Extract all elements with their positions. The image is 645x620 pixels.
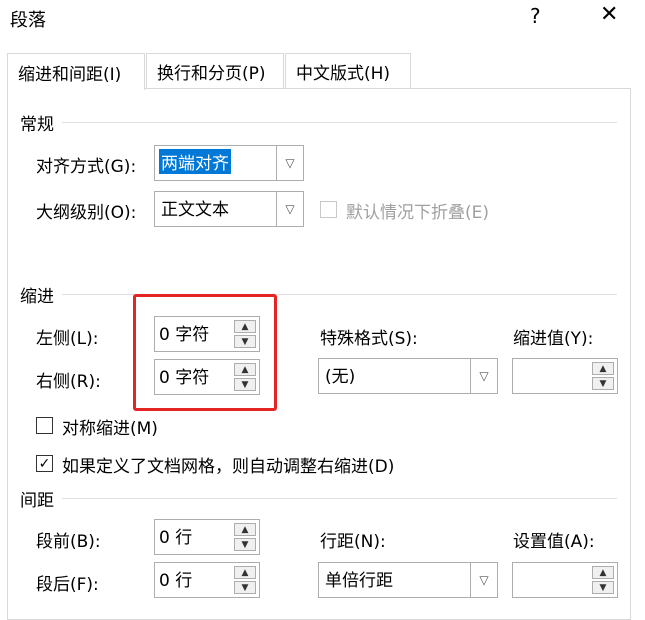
chevron-down-icon: ▽	[470, 359, 497, 393]
outline-level-dropdown[interactable]: 正文文本 ▽	[154, 191, 304, 227]
alignment-value: 两端对齐	[159, 149, 231, 174]
indent-by-spinner[interactable]: ▲ ▼	[512, 358, 618, 394]
alignment-dropdown[interactable]: 两端对齐 ▽	[154, 145, 304, 181]
chevron-down-icon: ▽	[276, 146, 303, 180]
outline-level-label: 大纲级别(O):	[36, 203, 137, 223]
spin-up-icon[interactable]: ▲	[234, 523, 256, 536]
auto-adjust-label: 如果定义了文档网格，则自动调整右缩进(D)	[62, 457, 395, 477]
space-before-label: 段前(B):	[36, 532, 101, 552]
highlight-annotation-box	[133, 294, 277, 411]
collapse-label: 默认情况下折叠(E)	[346, 203, 490, 223]
collapse-checkbox[interactable]	[320, 201, 337, 218]
spin-up-icon[interactable]: ▲	[234, 566, 256, 579]
spin-up-icon[interactable]: ▲	[592, 362, 614, 375]
tab-line-page-breaks[interactable]: 换行和分页(P)	[146, 53, 284, 89]
line-spacing-label: 行距(N):	[320, 532, 386, 552]
space-before-value: 0 行	[159, 528, 193, 548]
checkmark-icon: ✓	[38, 455, 51, 472]
spin-up-icon[interactable]: ▲	[592, 566, 614, 579]
indent-by-label: 缩进值(Y):	[513, 329, 594, 349]
title-bar: 段落 ? ✕	[0, 0, 645, 42]
space-after-label: 段后(F):	[36, 575, 99, 595]
space-before-spinner[interactable]: 0 行 ▲ ▼	[154, 519, 260, 555]
tab-asian-typography[interactable]: 中文版式(H)	[285, 53, 411, 89]
space-after-value: 0 行	[159, 571, 193, 591]
spacing-at-label: 设置值(A):	[513, 532, 595, 552]
indent-left-label: 左侧(L):	[36, 329, 99, 349]
spin-down-icon[interactable]: ▼	[234, 538, 256, 551]
outline-level-value: 正文文本	[161, 200, 229, 220]
tab-label: 中文版式(H)	[296, 64, 391, 84]
mirror-indent-label: 对称缩进(M)	[62, 419, 158, 439]
auto-adjust-checkbox[interactable]: ✓	[36, 455, 53, 472]
tab-label: 换行和分页(P)	[157, 64, 266, 84]
section-indent-heading: 缩进	[20, 287, 54, 307]
section-divider	[62, 122, 617, 123]
indent-right-label: 右侧(R):	[36, 372, 101, 392]
help-icon[interactable]: ?	[530, 4, 541, 28]
spin-down-icon[interactable]: ▼	[592, 377, 614, 390]
space-after-spinner[interactable]: 0 行 ▲ ▼	[154, 562, 260, 598]
spacing-at-spinner[interactable]: ▲ ▼	[512, 562, 618, 598]
section-spacing-heading: 间距	[20, 491, 54, 511]
tab-indents-spacing[interactable]: 缩进和间距(I)	[7, 53, 145, 90]
line-spacing-value: 单倍行距	[325, 571, 393, 591]
chevron-down-icon: ▽	[276, 192, 303, 226]
spin-down-icon[interactable]: ▼	[592, 581, 614, 594]
mirror-indent-checkbox[interactable]	[36, 417, 53, 434]
special-indent-dropdown[interactable]: (无) ▽	[318, 358, 498, 394]
alignment-label: 对齐方式(G):	[36, 157, 137, 177]
line-spacing-dropdown[interactable]: 单倍行距 ▽	[318, 562, 498, 598]
tab-label: 缩进和间距(I)	[18, 64, 122, 85]
close-icon[interactable]: ✕	[600, 2, 618, 27]
special-indent-value: (无)	[325, 367, 356, 387]
dialog-title: 段落	[10, 10, 46, 31]
spin-down-icon[interactable]: ▼	[234, 581, 256, 594]
chevron-down-icon: ▽	[470, 563, 497, 597]
section-general-heading: 常规	[20, 115, 54, 135]
special-indent-label: 特殊格式(S):	[320, 329, 418, 349]
section-divider	[62, 498, 617, 499]
